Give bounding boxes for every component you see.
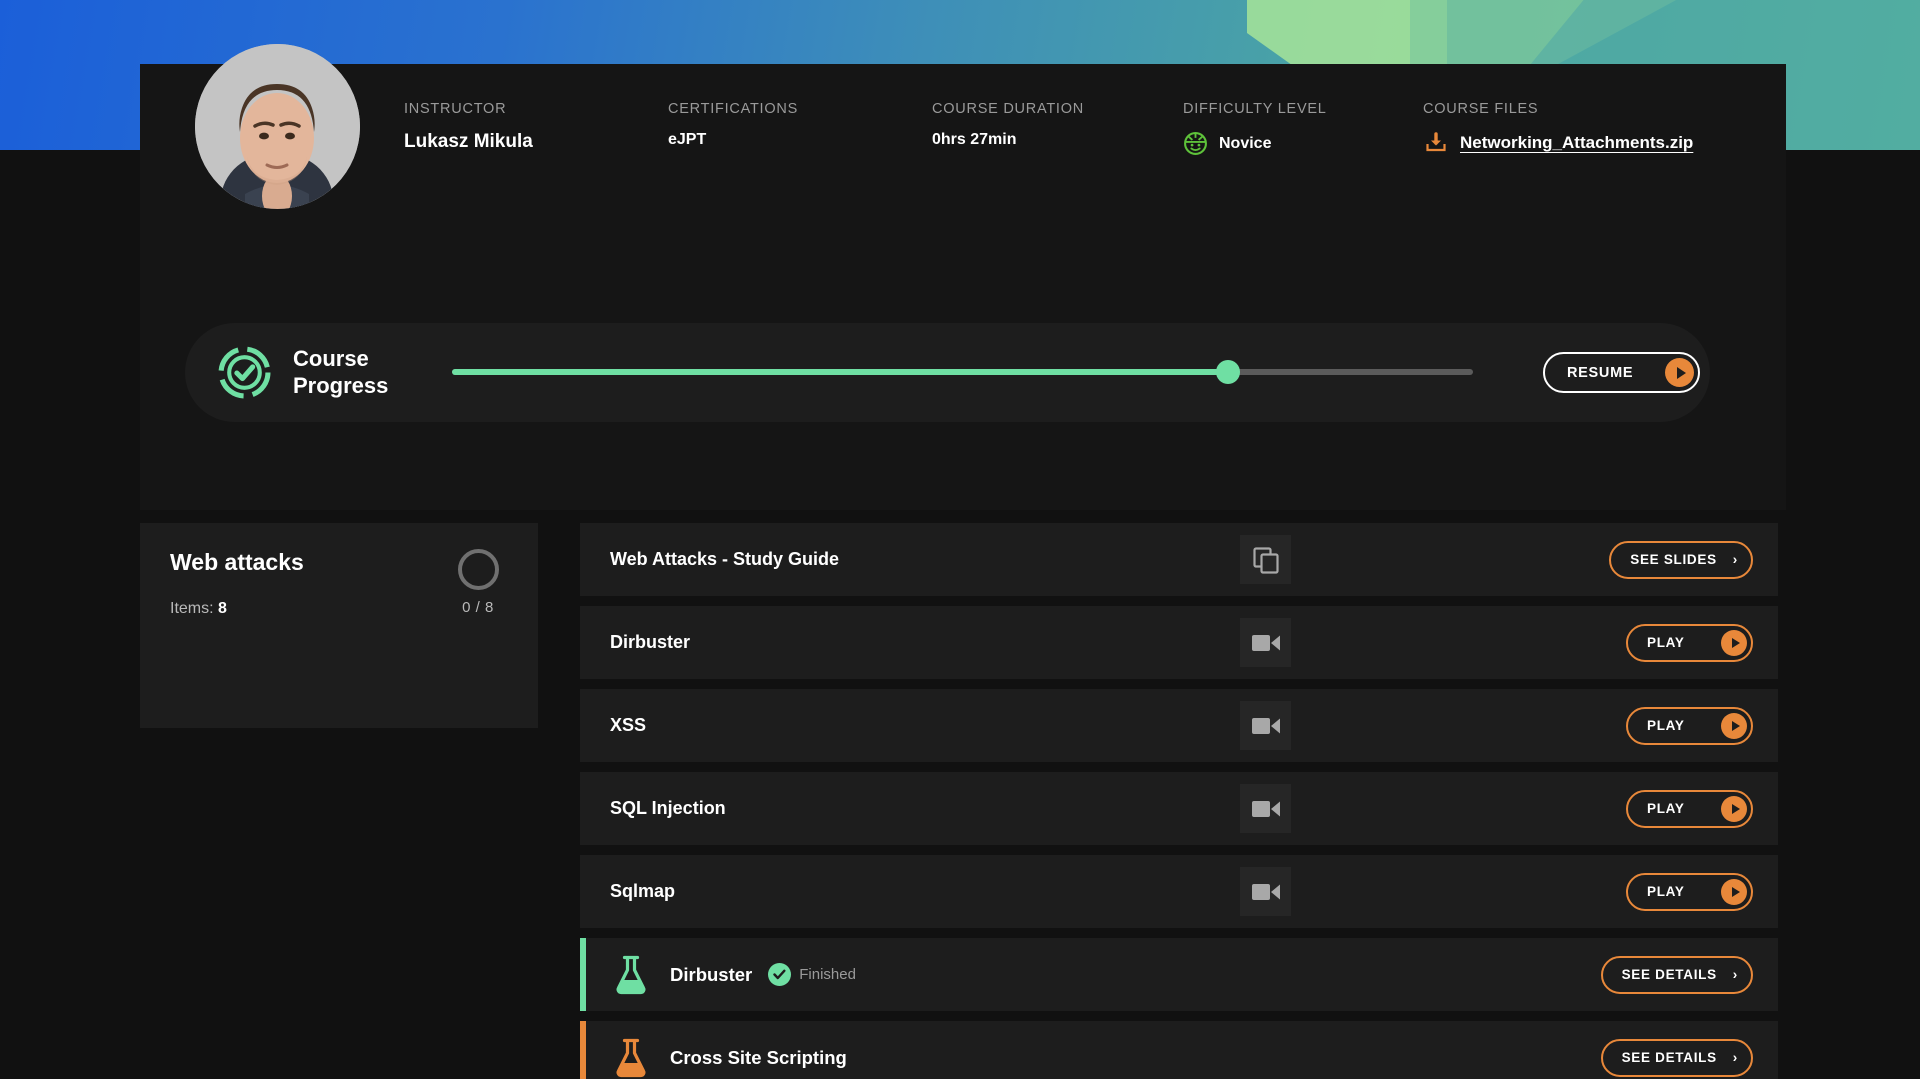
progress-title-line1: Course — [293, 345, 369, 371]
novice-face-icon — [1184, 132, 1207, 155]
avatar — [195, 44, 360, 209]
meta-course-files-label: COURSE FILES — [1423, 101, 1539, 117]
progress-fill — [452, 368, 1228, 375]
progress-title-line2: Progress — [293, 372, 389, 398]
section-progress-count: 0 / 8 — [462, 599, 494, 616]
progress-check-icon — [218, 346, 271, 399]
lesson-row[interactable]: Dirbuster Finished SEE DETAILS › — [580, 938, 1778, 1011]
lesson-title: Cross Site Scripting — [670, 1046, 847, 1068]
lesson-cta-button[interactable]: PLAY — [1626, 789, 1753, 828]
lesson-cta-label: SEE SLIDES — [1630, 552, 1717, 567]
meta-difficulty-value: Novice — [1219, 134, 1272, 152]
finished-check-icon — [768, 963, 792, 986]
meta-course-files: COURSE FILES Networking_Attachments.zip — [1423, 101, 1743, 156]
play-icon — [1721, 878, 1747, 905]
meta-instructor-value: Lukasz Mikula — [404, 131, 533, 152]
progress-slider[interactable] — [452, 359, 1473, 384]
lesson-cta-button[interactable]: PLAY — [1626, 623, 1753, 662]
chevron-right-icon: › — [1732, 966, 1738, 982]
meta-certifications-value: eJPT — [668, 131, 707, 148]
lesson-title: Sqlmap — [610, 881, 676, 901]
course-page: INSTRUCTOR Lukasz Mikula CERTIFICATIONS … — [0, 0, 1920, 1079]
meta-certifications: CERTIFICATIONS eJPT — [668, 101, 932, 156]
lesson-row[interactable]: Web Attacks - Study Guide SEE SLIDES › — [580, 523, 1778, 596]
meta-difficulty: DIFFICULTY LEVEL Novice — [1183, 101, 1423, 156]
resume-button[interactable]: RESUME — [1543, 352, 1700, 393]
lesson-cta-label: PLAY — [1647, 635, 1685, 650]
flask-icon — [616, 955, 646, 994]
lesson-cta-button[interactable]: PLAY — [1626, 706, 1753, 745]
lesson-cta-label: SEE DETAILS — [1621, 1050, 1717, 1065]
status-badge: Finished — [768, 963, 856, 986]
meta-instructor: INSTRUCTOR Lukasz Mikula — [404, 101, 668, 156]
section-items-count: 8 — [218, 600, 227, 617]
lesson-list: Web Attacks - Study Guide SEE SLIDES › Dirb… — [580, 523, 1780, 1079]
lesson-title: Dirbuster — [610, 632, 691, 652]
lesson-cta-button[interactable]: SEE SLIDES › — [1609, 540, 1753, 579]
lesson-title: Web Attacks - Study Guide — [610, 549, 840, 569]
lesson-cta-button[interactable]: SEE DETAILS › — [1600, 955, 1753, 994]
video-icon — [1251, 717, 1280, 734]
meta-duration-label: COURSE DURATION — [932, 101, 1084, 117]
progress-knob[interactable] — [1215, 359, 1240, 384]
lesson-cta-label: PLAY — [1647, 801, 1685, 816]
chevron-right-icon: › — [1732, 1049, 1738, 1065]
resume-button-label: RESUME — [1567, 364, 1634, 381]
lesson-cta-button[interactable]: SEE DETAILS › — [1600, 1038, 1753, 1077]
section-items-label: Items: — [170, 600, 214, 617]
section-card-web-attacks[interactable]: Web attacks Items: 8 0 / 8 — [140, 523, 538, 728]
lesson-cta-label: PLAY — [1647, 718, 1685, 733]
lesson-row[interactable]: SQL Injection PLAY — [580, 772, 1778, 845]
play-icon — [1665, 358, 1694, 387]
meta-difficulty-value-wrap: Novice — [1183, 131, 1423, 156]
status-badge-label: Finished — [799, 966, 856, 983]
flask-icon — [616, 1038, 646, 1077]
play-icon — [1721, 795, 1747, 822]
meta-instructor-label: INSTRUCTOR — [404, 101, 507, 117]
video-icon — [1251, 634, 1280, 651]
lesson-cta-label: PLAY — [1647, 884, 1685, 899]
meta-duration-value: 0hrs 27min — [932, 131, 1017, 148]
slides-icon — [1252, 546, 1279, 574]
lesson-media-icon — [1240, 535, 1291, 584]
section-progress-ring — [457, 549, 499, 590]
meta-duration: COURSE DURATION 0hrs 27min — [932, 101, 1183, 156]
play-icon — [1721, 712, 1747, 739]
course-meta: INSTRUCTOR Lukasz Mikula CERTIFICATIONS … — [404, 101, 1743, 156]
lesson-media-icon — [1240, 867, 1291, 916]
play-icon — [1721, 629, 1747, 656]
lesson-title: Dirbuster — [670, 963, 753, 985]
lesson-cta-label: SEE DETAILS — [1621, 967, 1717, 982]
lesson-title: SQL Injection — [610, 798, 726, 818]
lesson-row[interactable]: Cross Site Scripting SEE DETAILS › — [580, 1021, 1778, 1079]
video-icon — [1251, 883, 1280, 900]
row-accent-bar — [580, 1021, 586, 1079]
download-icon[interactable] — [1423, 131, 1449, 155]
lesson-row[interactable]: Dirbuster PLAY — [580, 606, 1778, 679]
section-progress: 0 / 8 — [448, 549, 508, 616]
lesson-title: XSS — [610, 715, 647, 735]
chevron-right-icon: › — [1732, 551, 1738, 567]
lesson-media-icon — [1240, 618, 1291, 667]
meta-difficulty-label: DIFFICULTY LEVEL — [1183, 101, 1327, 117]
meta-course-files-value-wrap: Networking_Attachments.zip — [1423, 131, 1743, 155]
video-icon — [1251, 800, 1280, 817]
progress-title: Course Progress — [293, 346, 411, 400]
row-accent-bar — [580, 938, 586, 1011]
lesson-media-icon — [1240, 784, 1291, 833]
lesson-media-icon — [1240, 701, 1291, 750]
lesson-row[interactable]: Sqlmap PLAY — [580, 855, 1778, 928]
course-progress-card: Course Progress RESUME — [185, 323, 1710, 422]
lesson-cta-button[interactable]: PLAY — [1626, 872, 1753, 911]
avatar-photo — [195, 44, 360, 209]
lesson-row[interactable]: XSS PLAY — [580, 689, 1778, 762]
meta-certifications-label: CERTIFICATIONS — [668, 101, 798, 117]
course-file-link[interactable]: Networking_Attachments.zip — [1460, 133, 1693, 153]
